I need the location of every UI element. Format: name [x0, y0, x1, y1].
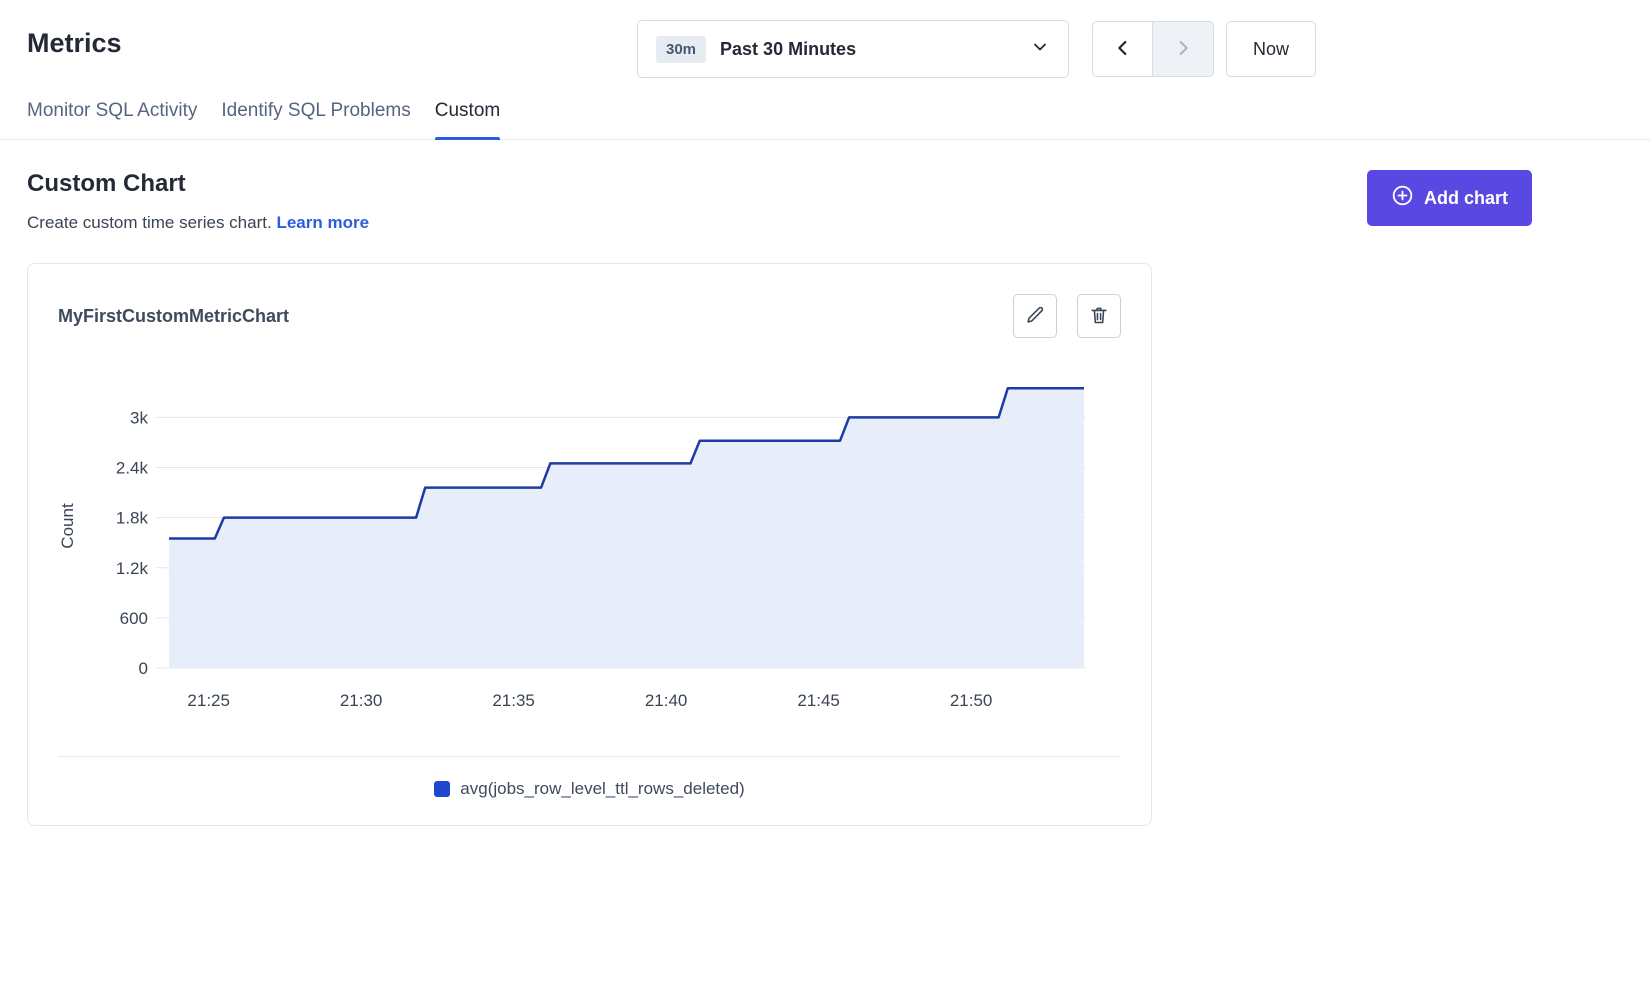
edit-chart-button[interactable]	[1013, 294, 1057, 338]
add-chart-button-label: Add chart	[1424, 188, 1508, 209]
tab-bar: Monitor SQL Activity Identify SQL Proble…	[0, 100, 1650, 140]
svg-text:21:45: 21:45	[797, 691, 840, 710]
svg-text:Count: Count	[58, 503, 77, 549]
time-range-label: Past 30 Minutes	[720, 39, 1030, 60]
chart-legend: avg(jobs_row_level_ttl_rows_deleted)	[28, 757, 1151, 825]
svg-text:600: 600	[120, 609, 148, 628]
svg-text:1.8k: 1.8k	[116, 509, 149, 528]
time-series-chart[interactable]: 0 600 1.2k 1.8k 2.4k 3k 21:25 21:30 21:35 21:40 21…	[28, 362, 1153, 718]
time-prev-button[interactable]	[1092, 21, 1153, 77]
section-title: Custom Chart	[27, 170, 369, 198]
tab-identify-sql-problems[interactable]: Identify SQL Problems	[221, 100, 410, 139]
chart-title: MyFirstCustomMetricChart	[58, 306, 289, 327]
section-head-text: Custom Chart Create custom time series c…	[27, 170, 369, 233]
legend-swatch	[434, 781, 450, 797]
tab-monitor-sql-activity[interactable]: Monitor SQL Activity	[27, 100, 197, 139]
chevron-right-icon	[1172, 37, 1194, 62]
now-button[interactable]: Now	[1226, 21, 1316, 77]
svg-text:21:25: 21:25	[187, 691, 230, 710]
pencil-icon	[1024, 304, 1046, 329]
chart-actions	[1013, 294, 1121, 338]
topbar: Metrics 30m Past 30 Minutes Now	[0, 0, 1650, 100]
add-chart-button[interactable]: Add chart	[1367, 170, 1532, 226]
delete-chart-button[interactable]	[1077, 294, 1121, 338]
svg-text:3k: 3k	[130, 408, 148, 427]
page-title: Metrics	[27, 28, 122, 59]
svg-text:1.2k: 1.2k	[116, 559, 149, 578]
svg-text:21:40: 21:40	[645, 691, 688, 710]
time-range-badge: 30m	[656, 36, 706, 63]
section-head: Custom Chart Create custom time series c…	[0, 140, 1650, 233]
custom-chart-card: MyFirstCustomMetricChart 0 600 1.2k 1.8k 2.4…	[27, 263, 1152, 826]
chart-card-head: MyFirstCustomMetricChart	[28, 294, 1151, 338]
chevron-left-icon	[1112, 37, 1134, 62]
plus-circle-icon	[1391, 184, 1414, 212]
time-nav-group	[1092, 21, 1214, 77]
time-range-selector[interactable]: 30m Past 30 Minutes	[637, 20, 1069, 78]
chevron-down-icon	[1030, 37, 1050, 62]
svg-text:0: 0	[139, 659, 148, 678]
legend-label: avg(jobs_row_level_ttl_rows_deleted)	[460, 779, 744, 799]
tab-custom[interactable]: Custom	[435, 100, 500, 139]
section-subtitle-text: Create custom time series chart.	[27, 213, 272, 232]
metrics-page: Metrics 30m Past 30 Minutes Now Monito	[0, 0, 1650, 982]
section-subtitle: Create custom time series chart. Learn m…	[27, 213, 369, 233]
time-next-button[interactable]	[1153, 21, 1214, 77]
svg-text:2.4k: 2.4k	[116, 459, 149, 478]
learn-more-link[interactable]: Learn more	[276, 213, 369, 232]
svg-text:21:35: 21:35	[492, 691, 535, 710]
svg-text:21:50: 21:50	[950, 691, 993, 710]
svg-text:21:30: 21:30	[340, 691, 383, 710]
trash-icon	[1088, 304, 1110, 329]
